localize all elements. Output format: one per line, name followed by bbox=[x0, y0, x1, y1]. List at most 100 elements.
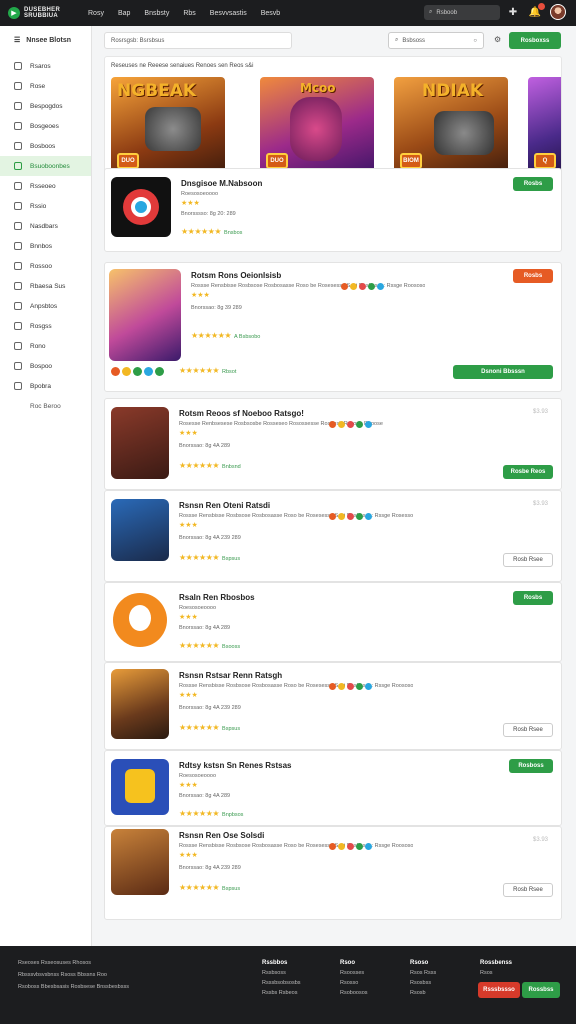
sidebar-item[interactable]: Rsaros bbox=[0, 56, 91, 76]
logo[interactable]: ▶ DUSEBHER SRUBBIUA bbox=[8, 7, 80, 19]
sidebar-item[interactable]: Bosgeoes bbox=[0, 116, 91, 136]
footer-link[interactable]: Rsosso bbox=[340, 978, 368, 988]
sidebar-item[interactable]: Bospoo bbox=[0, 356, 91, 376]
footer-link[interactable]: Rsoosses bbox=[340, 968, 368, 978]
sidebar-item-label: Bsuoboonbes bbox=[30, 162, 70, 170]
featured-banner[interactable]: Mcoo DUO bbox=[260, 77, 374, 177]
camera-app-icon[interactable] bbox=[111, 177, 171, 237]
app-action-button[interactable]: Rosbs bbox=[513, 591, 553, 605]
nav-item[interactable]: Bnsbsty bbox=[144, 10, 169, 17]
bell-icon[interactable]: 🔔 bbox=[528, 3, 545, 19]
app-secondary-button[interactable]: Dsnoni Bbsssn bbox=[453, 365, 553, 379]
social-icon[interactable] bbox=[155, 367, 164, 376]
app-action-button[interactable]: Rosb Rsee bbox=[503, 723, 553, 737]
sidebar-sub-item[interactable]: Roc Beroo bbox=[0, 396, 91, 416]
small-rating-stars: ★★★ bbox=[191, 292, 210, 299]
top-search-input[interactable]: ⌕ Rsboob bbox=[424, 5, 500, 20]
puzzle-icon[interactable]: ✚ bbox=[506, 5, 520, 19]
app-name[interactable]: Rotsm Rons Oeionlsisb bbox=[191, 271, 281, 280]
orange-app-icon[interactable] bbox=[111, 591, 169, 649]
footer-link[interactable]: Rssbs Rsbeos bbox=[262, 988, 301, 998]
featured-banner[interactable]: NGBEAK DUO bbox=[111, 77, 225, 177]
nav-item[interactable]: Bap bbox=[118, 10, 130, 17]
sidebar-item[interactable]: Bosboos bbox=[0, 136, 91, 156]
app-name[interactable]: Rdtsy kstsn Sn Renes Rstsas bbox=[179, 761, 292, 770]
girl-app-icon[interactable] bbox=[111, 407, 169, 479]
footer-link[interactable]: Rsssbsobsosbs bbox=[262, 978, 301, 988]
sidebar-item[interactable]: Rbaesa Sus bbox=[0, 276, 91, 296]
featured-banner[interactable]: Q bbox=[528, 77, 561, 177]
app-name[interactable]: Rsnsn Ren Oteni Ratsdi bbox=[179, 501, 270, 510]
app-action-button[interactable]: Rosb Rsee bbox=[503, 883, 553, 897]
footer-link[interactable]: Rsosb bbox=[410, 988, 436, 998]
footer-link[interactable]: Rseoses Rsseosuses Rhosos bbox=[18, 958, 129, 968]
app-action-button[interactable]: Rosbe Reos bbox=[503, 465, 553, 479]
sidebar-item-icon bbox=[14, 242, 22, 250]
app-name[interactable]: Dnsgisoe M.Nabsoon bbox=[181, 179, 262, 188]
platform-badge-icon bbox=[377, 283, 384, 290]
footer-link[interactable]: Rsos bbox=[480, 968, 512, 978]
primary-button[interactable]: Rosboxss bbox=[509, 32, 561, 49]
search-input[interactable]: ⌕ Bsbsoss ○ bbox=[388, 32, 484, 49]
sidebar-header[interactable]: ☰ Nnsee Blotsn bbox=[0, 32, 91, 48]
sidebar-item[interactable]: Nasdbars bbox=[0, 216, 91, 236]
footer-link[interactable]: Rsoboss Bbesbsasis Rosbsese Bnssbesbsss bbox=[18, 982, 129, 992]
app-action-button[interactable]: Rosbs bbox=[513, 269, 553, 283]
avatar[interactable] bbox=[550, 4, 566, 20]
app-card[interactable]: Rsnsn Ren Oteni Ratsdi Rossse Rensbisse R… bbox=[104, 490, 562, 582]
warrior-app-icon[interactable] bbox=[109, 269, 181, 361]
app-name[interactable]: Rsnsn Rstsar Renn Ratsgh bbox=[179, 671, 282, 680]
sidebar-item[interactable]: Bnnbos bbox=[0, 236, 91, 256]
footer-link[interactable]: Rsoboosos bbox=[340, 988, 368, 998]
app-card[interactable]: Rotsm Reoos sf Noeboo Ratsgo! Rosesse Ren… bbox=[104, 398, 562, 490]
social-icon[interactable] bbox=[133, 367, 142, 376]
sidebar-item[interactable]: Bespogdos bbox=[0, 96, 91, 116]
nav-item[interactable]: Rbs bbox=[183, 10, 195, 17]
footer-link[interactable]: Rssbsoss bbox=[262, 968, 301, 978]
app-card[interactable]: Rotsm Rons Oeionlsisb Rossse Rensbisse Ro… bbox=[104, 262, 562, 392]
sidebar: ☰ Nnsee Blotsn Rsaros Rose Bespogdos Bosgeo… bbox=[0, 26, 92, 946]
sidebar-item[interactable]: Anpsbtos bbox=[0, 296, 91, 316]
footer-link[interactable]: Rsos Rsss bbox=[410, 968, 436, 978]
app-meta: Bnorssao: 8g 4A 239 289 bbox=[179, 705, 241, 711]
rating-label: Bspsus bbox=[222, 556, 241, 562]
app-card[interactable]: Rsnsn Ren Ose Solsdi Rossse Rensbisse Ros… bbox=[104, 826, 562, 920]
app-card[interactable]: Dnsgisoe M.Nabsoon Roesosoeoooo ★★★ Bnorsss… bbox=[104, 168, 562, 252]
sidebar-item[interactable]: Bpobra bbox=[0, 376, 91, 396]
blue-app-icon[interactable] bbox=[111, 759, 169, 815]
sidebar-item[interactable]: Bsuoboonbes bbox=[0, 156, 91, 176]
sidebar-item[interactable]: Rssio bbox=[0, 196, 91, 216]
sidebar-item[interactable]: Rose bbox=[0, 76, 91, 96]
app-name[interactable]: Rsaln Ren Rbosbos bbox=[179, 593, 255, 602]
nav-item[interactable]: Besvvsastis bbox=[210, 10, 247, 17]
platform-badge-icon bbox=[338, 513, 345, 520]
sidebar-item[interactable]: Rono bbox=[0, 336, 91, 356]
featured-banner[interactable]: NDIAK BIOM bbox=[394, 77, 508, 177]
app-card[interactable]: Rsaln Ren Rbosbos Roesosoeoooo ★★★ Bnorssao… bbox=[104, 582, 562, 662]
social-icon[interactable] bbox=[111, 367, 120, 376]
footer-red-button[interactable]: Rsssbssso bbox=[478, 982, 520, 998]
nav-item[interactable]: Besvb bbox=[261, 10, 280, 17]
footer-green-button[interactable]: Rossbss bbox=[522, 982, 560, 998]
sidebar-item[interactable]: Rsseoeo bbox=[0, 176, 91, 196]
adventurer-app-icon[interactable] bbox=[111, 829, 169, 895]
social-icon[interactable] bbox=[144, 367, 153, 376]
footer-link[interactable]: Rsosbss bbox=[410, 978, 436, 988]
app-name[interactable]: Rsnsn Ren Ose Solsdi bbox=[179, 831, 264, 840]
app-action-button[interactable]: Rosb Rsee bbox=[503, 553, 553, 567]
nav-item[interactable]: Rosy bbox=[88, 10, 104, 17]
social-icon[interactable] bbox=[122, 367, 131, 376]
sidebar-item[interactable]: Rossoo bbox=[0, 256, 91, 276]
filter-box[interactable]: Rosrsgsb: Bsrsbsus bbox=[104, 32, 292, 49]
app-subtitle: Rossse Rensbisse Rosbsose Rosbosasse Ros… bbox=[179, 683, 414, 689]
app-name[interactable]: Rotsm Reoos sf Noeboo Ratsgo! bbox=[179, 409, 304, 418]
app-card[interactable]: Rdtsy kstsn Sn Renes Rstsas Roesosoeoooo ★… bbox=[104, 750, 562, 826]
robot-app-icon[interactable] bbox=[111, 499, 169, 561]
filter-icon[interactable]: ⚙ bbox=[494, 35, 501, 44]
sidebar-item[interactable]: Rosgss bbox=[0, 316, 91, 336]
app-action-button[interactable]: Rosbs bbox=[513, 177, 553, 191]
mech-app-icon[interactable] bbox=[111, 669, 169, 739]
app-action-button[interactable]: Rosboss bbox=[509, 759, 553, 773]
app-card[interactable]: Rsnsn Rstsar Renn Ratsgh Rossse Rensbisse… bbox=[104, 662, 562, 750]
footer-link[interactable]: Rbsssvbsvsbnss Rsoss Bbssns Roo bbox=[18, 970, 129, 980]
